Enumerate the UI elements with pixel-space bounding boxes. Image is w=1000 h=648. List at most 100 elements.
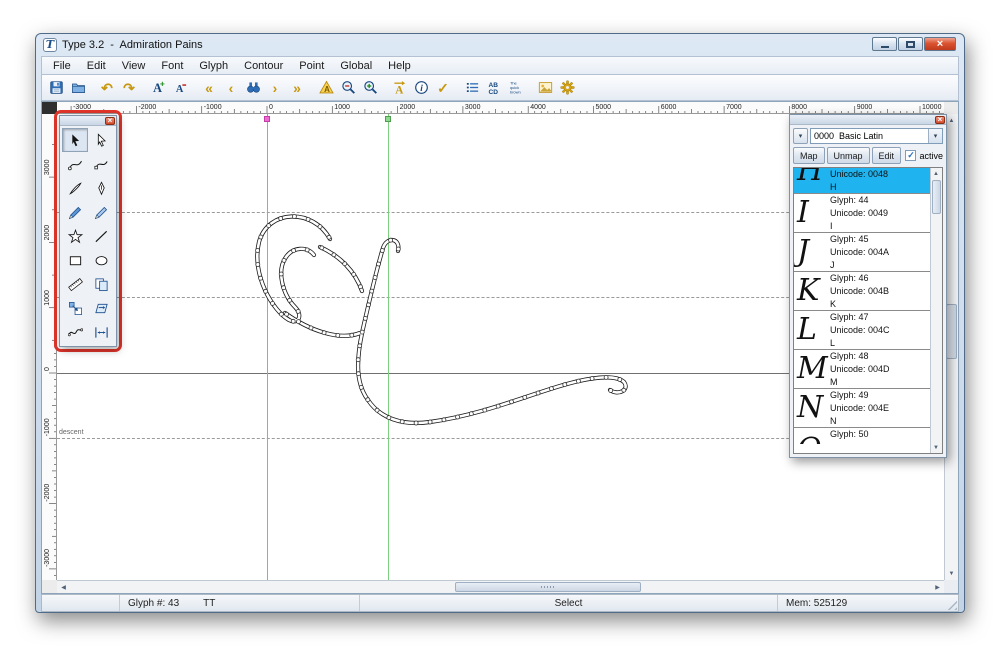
horizontal-scrollbar[interactable]: ◀ ▶: [57, 580, 944, 593]
palette-titlebar[interactable]: ×: [60, 116, 116, 126]
svg-text:3000: 3000: [44, 159, 51, 175]
glyph-list-item[interactable]: K Glyph: 46 Unicode: 004B K: [794, 272, 930, 311]
preview-glyph-button[interactable]: A: [315, 77, 337, 99]
settings-button[interactable]: [556, 77, 578, 99]
preview-text-button[interactable]: The quick brown: [505, 77, 527, 99]
glyph-list-item[interactable]: I Glyph: 44 Unicode: 0049 I: [794, 194, 930, 233]
gear-icon: [560, 80, 575, 95]
star-icon: [67, 228, 83, 244]
active-checkbox[interactable]: ✓ active: [905, 150, 943, 161]
floppy-icon: [49, 80, 64, 95]
horizontal-scroll-thumb[interactable]: [455, 582, 641, 592]
list-scroll-up-icon[interactable]: ▲: [930, 168, 942, 179]
list-scroll-down-icon[interactable]: ▼: [930, 442, 942, 453]
zoom-in-button[interactable]: [359, 77, 381, 99]
scroll-left-icon[interactable]: ◀: [57, 581, 70, 594]
edit-button[interactable]: Edit: [871, 147, 902, 164]
status-memory: Mem: 525129: [786, 597, 848, 609]
mapping-row: Map Unmap Edit ✓ active: [793, 147, 943, 164]
zoom-out-button[interactable]: [337, 77, 359, 99]
decrease-preview-button[interactable]: A: [169, 77, 191, 99]
glyph-list-item[interactable]: J Glyph: 45 Unicode: 004A J: [794, 233, 930, 272]
glyph-list-scrollbar[interactable]: ▲ ▼: [930, 168, 942, 453]
pencil-tool[interactable]: [62, 200, 88, 224]
titlebar[interactable]: T Type 3.2 - Admiration Pains ×: [36, 34, 964, 56]
maximize-button[interactable]: [898, 37, 923, 51]
find-glyph-button[interactable]: [242, 77, 264, 99]
glyph-list-item[interactable]: N Glyph: 49 Unicode: 004E N: [794, 389, 930, 428]
info-button[interactable]: i: [410, 77, 432, 99]
chevron-down-icon[interactable]: ▾: [928, 129, 942, 143]
glyph-letter-label: L: [830, 338, 836, 348]
vertical-scroll-thumb[interactable]: [946, 304, 957, 359]
range-history-button[interactable]: ▾: [793, 128, 808, 144]
palette-close-button[interactable]: ×: [105, 117, 115, 125]
panel-close-button[interactable]: ×: [935, 116, 945, 124]
pen-tool[interactable]: [88, 176, 114, 200]
quick-brown-icon: The quick brown: [509, 80, 524, 95]
arrow-a-icon: A: [392, 80, 407, 95]
menu-edit[interactable]: Edit: [79, 59, 114, 73]
line-tool[interactable]: [88, 224, 114, 248]
glyph-list-item[interactable]: H Unicode: 0048 H: [794, 168, 930, 194]
select-tool[interactable]: [62, 128, 88, 152]
glyph-list-item[interactable]: O Glyph: 50: [794, 428, 930, 444]
skew-tool[interactable]: [88, 296, 114, 320]
glyph-unicode-label: Unicode: 0049: [830, 208, 889, 218]
duplicate-tool[interactable]: [88, 272, 114, 296]
glyph-list-scroll-thumb[interactable]: [932, 180, 941, 214]
rectangle-tool[interactable]: [62, 248, 88, 272]
metrics-button[interactable]: A: [388, 77, 410, 99]
minimize-button[interactable]: [872, 37, 897, 51]
control-points[interactable]: [255, 214, 627, 426]
undo-button[interactable]: ↶: [96, 77, 118, 99]
glyph-list-item[interactable]: M Glyph: 48 Unicode: 004D M: [794, 350, 930, 389]
increase-preview-button[interactable]: A +: [147, 77, 169, 99]
glyph-unicode-label: Unicode: 004A: [830, 247, 890, 257]
save-button[interactable]: [45, 77, 67, 99]
glyph-letter-label: N: [830, 416, 837, 426]
open-button[interactable]: [67, 77, 89, 99]
glyph-list-button[interactable]: [461, 77, 483, 99]
scale-tool[interactable]: [62, 296, 88, 320]
validate-button[interactable]: ✓: [432, 77, 454, 99]
menu-global[interactable]: Global: [332, 59, 380, 73]
svg-text:-2000: -2000: [44, 484, 51, 502]
first-glyph-button[interactable]: «: [198, 77, 220, 99]
background-image-button[interactable]: [534, 77, 556, 99]
scroll-right-icon[interactable]: ▶: [931, 581, 944, 594]
measure-tool[interactable]: [62, 272, 88, 296]
star-tool[interactable]: [62, 224, 88, 248]
menu-point[interactable]: Point: [291, 59, 332, 73]
metrics-tool[interactable]: [88, 320, 114, 344]
glyph-list-item[interactable]: L Glyph: 47 Unicode: 004C L: [794, 311, 930, 350]
curve-point-tool[interactable]: [62, 152, 88, 176]
glyph-number-label: Glyph: 45: [830, 234, 869, 244]
unicode-range-select[interactable]: 0000 Basic Latin ▾: [810, 128, 943, 144]
status-pane-glyph: Glyph #: 43 TT: [120, 595, 360, 611]
svg-text:2000: 2000: [44, 225, 51, 241]
menu-contour[interactable]: Contour: [236, 59, 291, 73]
map-button[interactable]: Map: [793, 147, 825, 164]
next-glyph-button[interactable]: ›: [264, 77, 286, 99]
calligraphy-tool[interactable]: [88, 200, 114, 224]
ellipse-tool[interactable]: [88, 248, 114, 272]
panel-titlebar[interactable]: ×: [790, 115, 946, 125]
redo-button[interactable]: ↷: [118, 77, 140, 99]
previous-glyph-button[interactable]: ‹: [220, 77, 242, 99]
menu-view[interactable]: View: [114, 59, 154, 73]
menu-file[interactable]: File: [45, 59, 79, 73]
menu-help[interactable]: Help: [380, 59, 419, 73]
tangent-point-tool[interactable]: [88, 152, 114, 176]
node-select-tool[interactable]: [88, 128, 114, 152]
glyph-unicode-label: Unicode: 004E: [830, 403, 890, 413]
kerning-pairs-button[interactable]: AB CD: [483, 77, 505, 99]
knife-tool[interactable]: [62, 176, 88, 200]
unmap-button[interactable]: Unmap: [826, 147, 870, 164]
last-glyph-button[interactable]: »: [286, 77, 308, 99]
scroll-down-icon[interactable]: ▼: [945, 567, 958, 580]
menu-glyph[interactable]: Glyph: [191, 59, 236, 73]
close-button[interactable]: ×: [924, 37, 956, 51]
freehand-curve-tool[interactable]: [62, 320, 88, 344]
menu-font[interactable]: Font: [153, 59, 191, 73]
